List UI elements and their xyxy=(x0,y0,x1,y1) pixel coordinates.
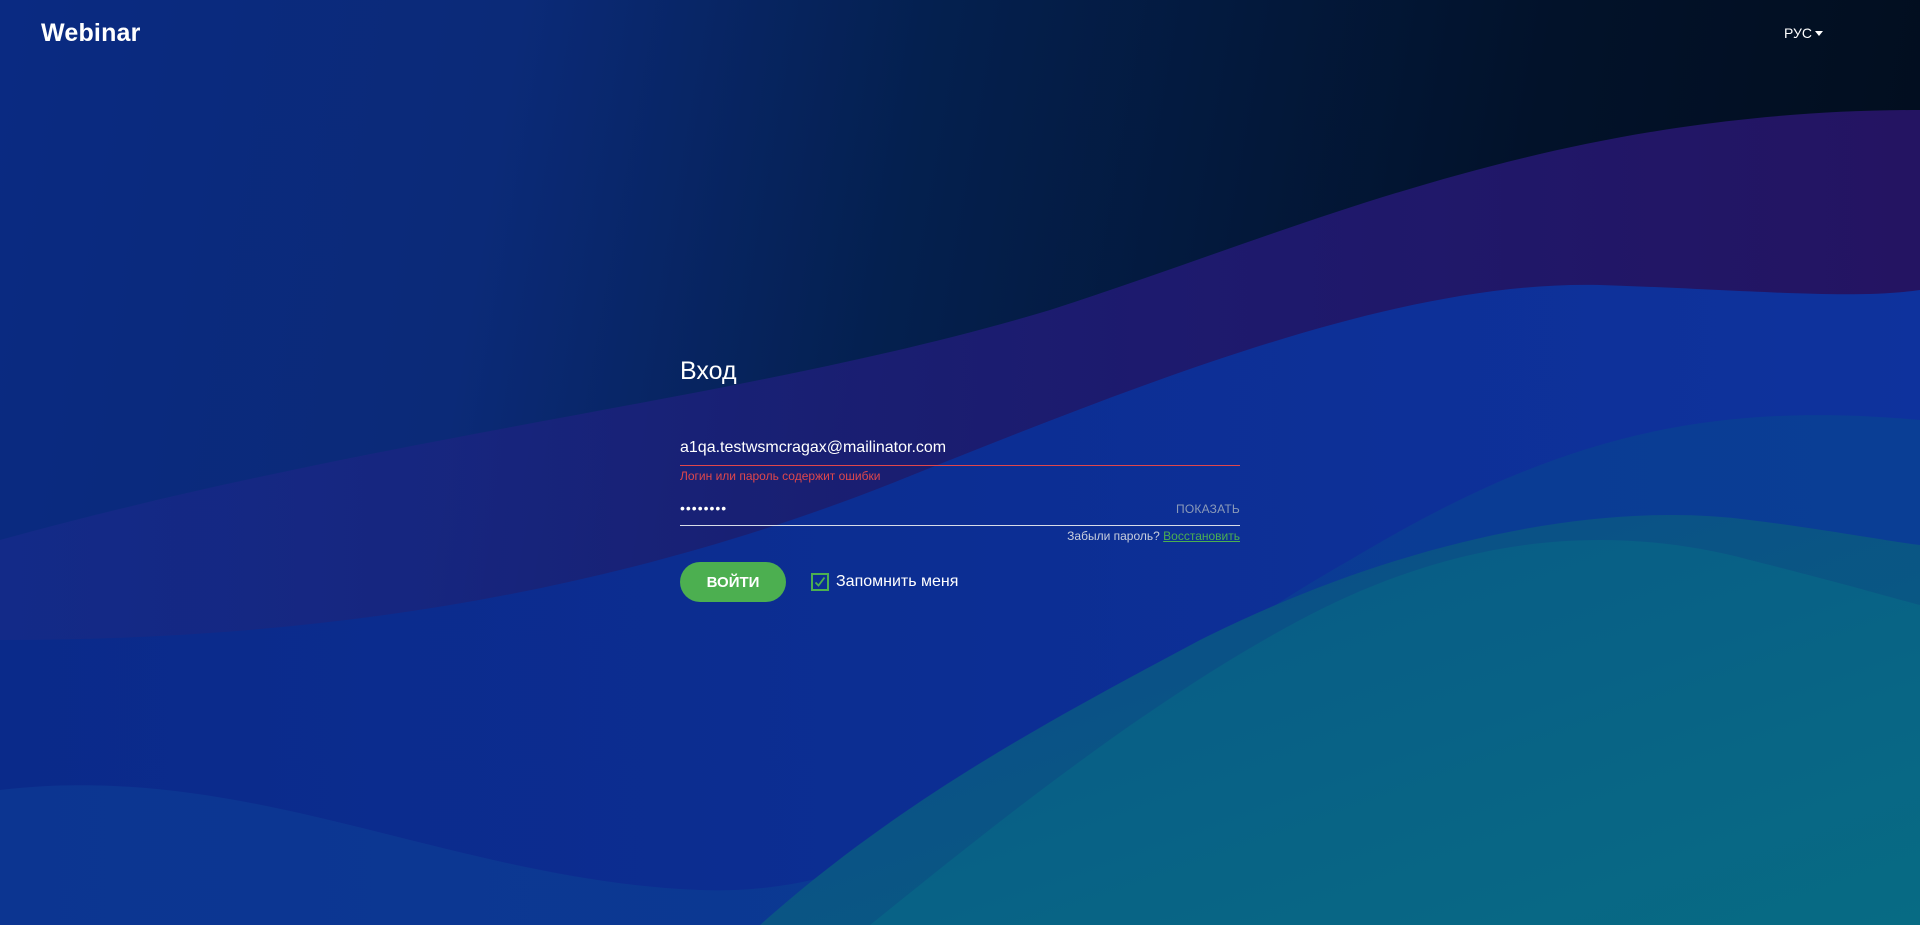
email-field xyxy=(680,433,1240,466)
email-input[interactable] xyxy=(680,433,1120,463)
forgot-password-row: Забыли пароль? Восстановить xyxy=(680,529,1240,543)
form-actions: ВОЙТИ Запомнить меня xyxy=(680,562,1240,602)
remember-me-checkbox[interactable] xyxy=(811,573,829,591)
remember-me-toggle[interactable]: Запомнить меня xyxy=(811,573,958,591)
password-input[interactable] xyxy=(680,493,1120,523)
login-page: Webinar РУС Вход Логин или пароль содерж… xyxy=(0,0,1920,925)
login-error-message: Логин или пароль содержит ошибки xyxy=(680,469,881,483)
language-label: РУС xyxy=(1784,25,1813,41)
language-selector[interactable]: РУС xyxy=(1784,25,1824,41)
login-form: Вход Логин или пароль содержит ошибки ПО… xyxy=(680,355,1240,602)
login-button[interactable]: ВОЙТИ xyxy=(680,562,786,602)
page-title: Вход xyxy=(680,357,737,385)
restore-password-link[interactable]: Восстановить xyxy=(1163,529,1240,543)
chevron-down-icon xyxy=(1815,30,1824,36)
webinar-logo[interactable]: Webinar xyxy=(41,19,141,48)
remember-me-label: Запомнить меня xyxy=(836,573,959,590)
password-field: ПОКАЗАТЬ xyxy=(680,493,1240,526)
forgot-password-text: Забыли пароль? xyxy=(1067,529,1160,543)
checkmark-icon xyxy=(814,576,826,587)
show-password-button[interactable]: ПОКАЗАТЬ xyxy=(1176,502,1240,516)
